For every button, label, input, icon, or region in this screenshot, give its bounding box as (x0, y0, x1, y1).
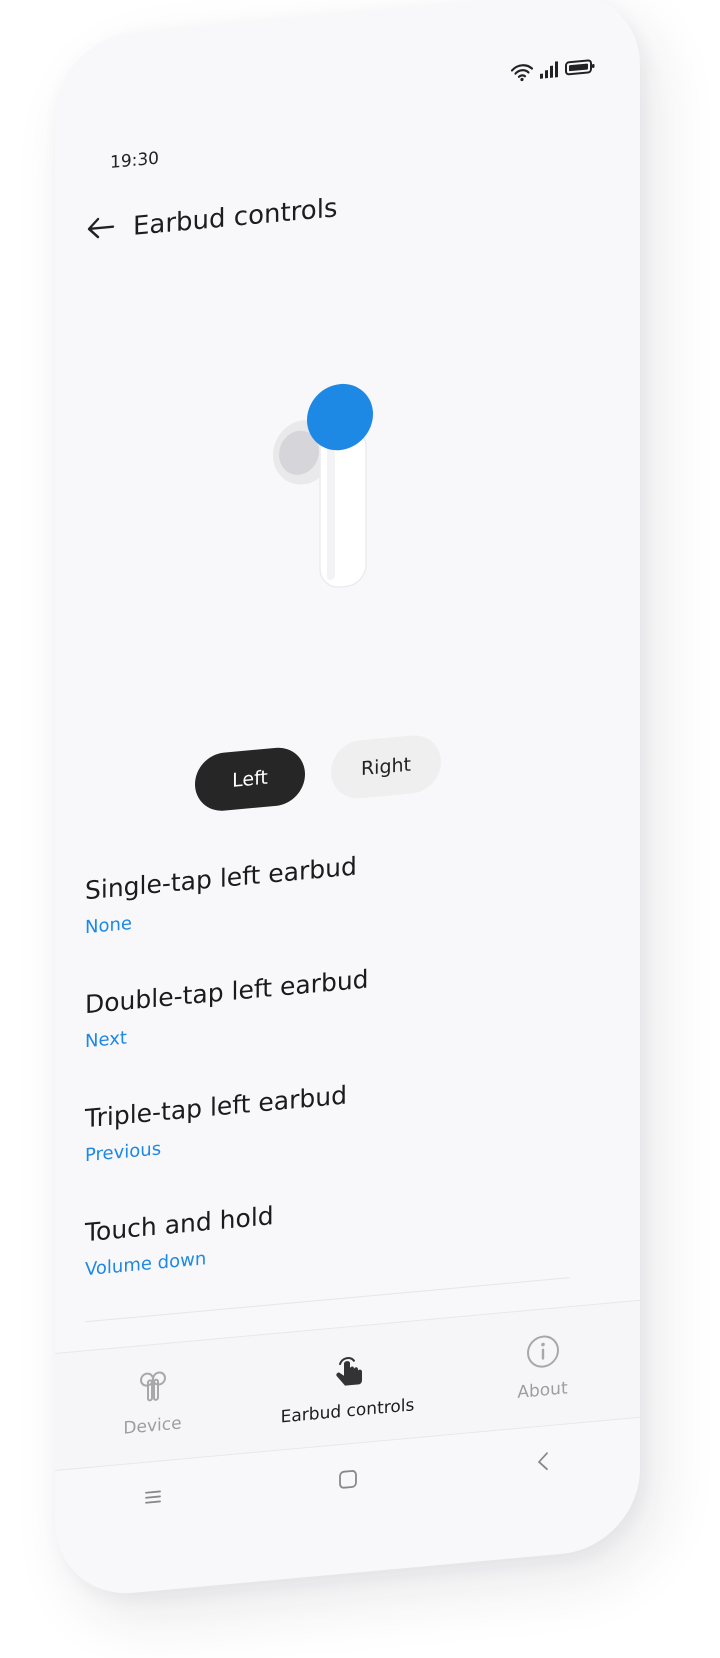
right-earbud-button[interactable]: Right (331, 732, 441, 801)
earbud-illustration (265, 365, 385, 606)
menu-button[interactable] (130, 1474, 176, 1524)
tab-label: Device (123, 1413, 182, 1439)
tab-earbud-controls[interactable]: Earbud controls (273, 1343, 423, 1429)
menu-icon (144, 1488, 162, 1510)
earbuds-icon (136, 1369, 170, 1410)
earbud-selector: Left Right (195, 732, 441, 814)
status-icons (510, 57, 595, 87)
tab-label: About (517, 1378, 568, 1403)
battery-icon (565, 58, 595, 81)
left-earbud-button[interactable]: Left (195, 745, 305, 814)
tab-label: Earbud controls (280, 1395, 415, 1428)
stage: 19:30 Earbud controls Left Right Single-… (0, 0, 720, 1658)
phone-screen: 19:30 Earbud controls Left Right Single-… (55, 0, 640, 1600)
back-button[interactable] (83, 210, 119, 249)
info-icon (526, 1333, 560, 1374)
nav-back-icon (536, 1451, 550, 1476)
page-title: Earbud controls (133, 193, 338, 242)
nav-back-button[interactable] (520, 1439, 566, 1489)
settings-list: Single-tap left earbud None Double-tap l… (85, 828, 605, 1331)
tab-device[interactable]: Device (78, 1363, 228, 1443)
wifi-icon (510, 62, 534, 86)
home-button[interactable] (325, 1456, 371, 1506)
back-arrow-icon (87, 216, 115, 245)
touch-hand-icon (331, 1348, 365, 1395)
header: Earbud controls (83, 190, 337, 249)
signal-icon (539, 61, 559, 83)
status-time: 19:30 (110, 148, 159, 173)
tab-about[interactable]: About (468, 1328, 618, 1408)
home-icon (338, 1468, 358, 1494)
